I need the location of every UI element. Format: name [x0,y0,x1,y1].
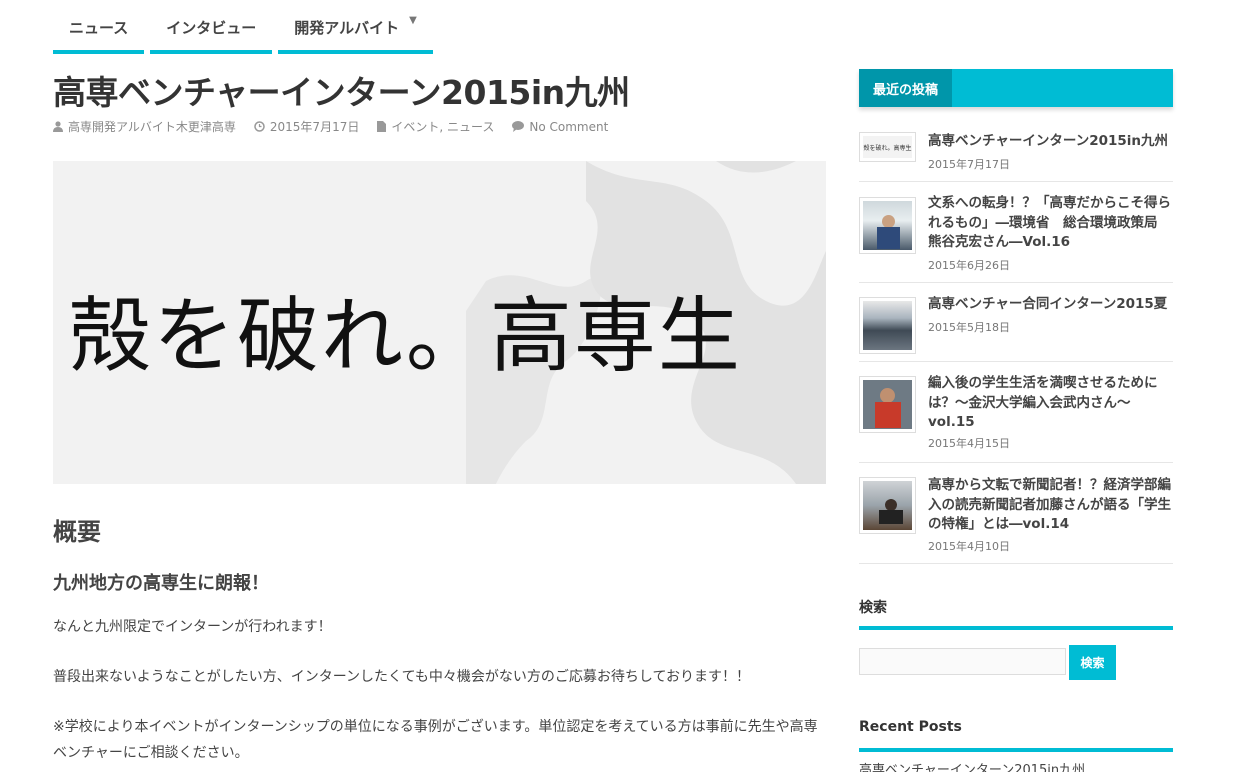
comment-icon [512,121,525,132]
main-nav: ニュース インタビュー 開発アルバイト ▼ [53,0,439,55]
hero-text: 殻を破れ。高専生 [69,289,742,384]
paragraph-3: ※学校により本イベントがインターンシップの単位になる事例がございます。単位認定を… [53,719,818,761]
user-icon [53,121,63,132]
nav-item-label: インタビュー [166,19,257,37]
post-thumbnail[interactable] [859,297,916,354]
meta-categories: イベント, ニュース [377,118,494,135]
list-item[interactable]: 編入後の学生生活を満喫させるためには？～金沢大学編入会武内さん～vol.15 2… [859,362,1173,463]
nav-item-dev-arbeit[interactable]: 開発アルバイト ▼ [278,0,433,55]
post-date: 2015年7月17日 [269,120,360,134]
paragraph-1: なんと九州限定でインターンが行われます！ [53,619,332,635]
post-thumbnail[interactable]: 殻を破れ。高専生 [859,132,916,162]
meta-comments: No Comment [512,118,608,135]
article-meta: 高専開発アルバイト木更津高専 2015年7月17日 イベント, ニュース No … [53,118,626,135]
post-date: 2015年6月26日 [928,259,1010,272]
post-thumbnail[interactable] [859,477,916,534]
post-date: 2015年5月18日 [928,321,1010,334]
recent-posts-title: Recent Posts [859,719,962,735]
search-input[interactable] [859,648,1066,675]
nav-item-label: ニュース [69,19,129,37]
post-title-link[interactable]: 編入後の学生生活を満喫させるためには？～金沢大学編入会武内さん～vol.15 [928,374,1176,433]
post-title-link[interactable]: 高専ベンチャー合同インターン2015夏 [928,295,1176,315]
author-link[interactable]: 高専開発アルバイト木更津高専 [68,118,236,135]
post-date: 2015年4月10日 [928,540,1010,553]
post-title-link[interactable]: 高専ベンチャーインターン2015in九州 [928,132,1176,152]
post-thumbnail[interactable] [859,197,916,254]
search-widget-title: 検索 [859,600,887,616]
caret-down-icon: ▼ [409,15,417,26]
nav-item-label: 開発アルバイト [294,19,400,37]
hero-image: 殻を破れ。高専生 [53,161,826,484]
section-subheading: 九州地方の高専生に朗報！ [53,573,269,594]
meta-date: 2015年7月17日 [254,118,359,135]
post-title-link[interactable]: 文系への転身！？「高専だからこそ得られるもの」―環境省 総合環境政策局 熊谷克宏… [928,194,1176,253]
paragraph-2: 普段出来ないようなことがしたい方、インターンしたくても中々機会がない方のご応募お… [53,669,751,685]
document-icon [377,121,387,132]
section-heading: 概要 [53,518,101,546]
recent-posts-widget-header: 最近の投稿 [859,69,1173,107]
article-title: 高専ベンチャーインターン2015in九州 [53,73,630,112]
list-item[interactable]: 文系への転身！？「高専だからこそ得られるもの」―環境省 総合環境政策局 熊谷克宏… [859,182,1173,283]
category-links[interactable]: イベント, ニュース [391,118,494,135]
post-date: 2015年7月17日 [928,158,1010,171]
list-item[interactable]: 殻を破れ。高専生 高専ベンチャーインターン2015in九州 2015年7月17日 [859,124,1173,182]
thumbnail-text: 殻を破れ。高専生 [863,136,912,158]
search-button[interactable]: 検索 [1069,645,1116,680]
nav-item-interview[interactable]: インタビュー [150,0,273,55]
clock-icon [254,121,265,132]
list-item[interactable]: 高専ベンチャー合同インターン2015夏 2015年5月18日 [859,283,1173,362]
post-date: 2015年4月15日 [928,437,1010,450]
recent-post-link[interactable]: 高専ベンチャーインターン2015in九州 [859,759,1085,772]
tab-recent-posts[interactable]: 最近の投稿 [859,69,953,107]
meta-author: 高専開発アルバイト木更津高専 [53,118,236,135]
comments-link[interactable]: No Comment [529,120,608,134]
widget-divider [859,626,1173,630]
post-thumbnail[interactable] [859,376,916,433]
post-title-link[interactable]: 高専から文転で新聞記者！？経済学部編入の読売新聞記者加藤さんが語る「学生の特権」… [928,476,1176,535]
nav-item-news[interactable]: ニュース [53,0,145,55]
widget-divider [859,748,1173,752]
list-item[interactable]: 高専から文転で新聞記者！？経済学部編入の読売新聞記者加藤さんが語る「学生の特権」… [859,463,1173,564]
